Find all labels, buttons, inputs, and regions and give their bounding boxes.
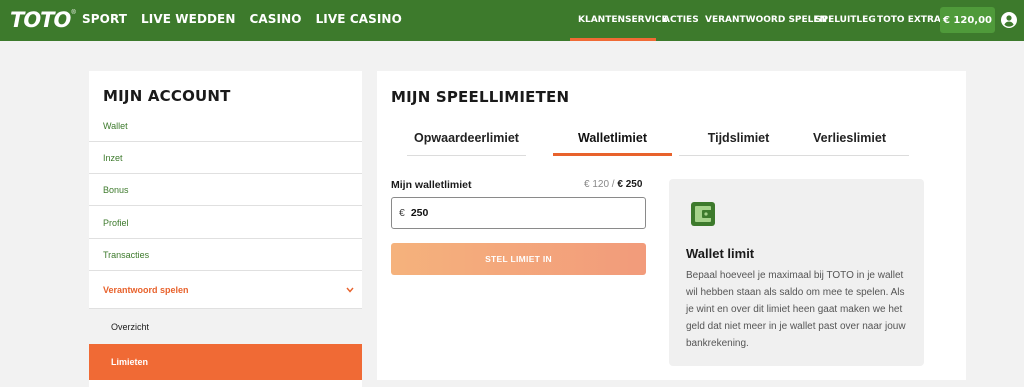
nav-verantwoord-spelen[interactable]: VERANTWOORD SPELEN [705, 15, 827, 25]
nav-toto-extra[interactable]: TOTO EXTRA [877, 15, 941, 25]
logo-text: TOTO [10, 8, 71, 32]
chevron-down-icon [346, 287, 354, 293]
wallet-icon [691, 202, 715, 226]
page-title: MIJN SPEELLIMIETEN [391, 88, 570, 106]
sidebar-title: MIJN ACCOUNT [103, 87, 231, 105]
account-sidebar: MIJN ACCOUNT Wallet Inzet Bonus Profiel … [89, 71, 362, 387]
user-icon[interactable] [1001, 12, 1017, 28]
info-text: Bepaal hoeveel je maximaal bij TOTO in j… [686, 270, 906, 349]
sidebar-subitem-limieten[interactable]: Limieten [89, 344, 362, 380]
sidebar-item-profiel[interactable]: Profiel [89, 207, 362, 239]
nav-casino[interactable]: CASINO [250, 12, 302, 26]
active-nav-indicator [570, 38, 656, 41]
sidebar-item-inzet[interactable]: Inzet [89, 142, 362, 174]
wallet-limit-input[interactable]: € 250 [391, 197, 646, 229]
nav-live-wedden[interactable]: LIVE WEDDEN [141, 12, 235, 26]
limit-current: € 120 / [584, 179, 615, 190]
nav-klantenservice[interactable]: KLANTENSERVICE [578, 15, 668, 25]
sidebar-item-wallet[interactable]: Wallet [89, 110, 362, 142]
set-limit-button[interactable]: STEL LIMIET IN [391, 243, 646, 275]
nav-speluitleg[interactable]: SPELUITLEG [815, 15, 876, 25]
logo-registered-mark: ® [71, 10, 76, 16]
input-value: 250 [410, 207, 429, 219]
limits-card: MIJN SPEELLIMIETEN Opwaardeerlimiet Wall… [377, 71, 966, 380]
balance-button[interactable]: € 120,00 [940, 7, 995, 33]
sidebar-subitem-overzicht[interactable]: Overzicht [89, 309, 362, 344]
wallet-limit-info-box: Wallet limit Bepaal hoeveel je maximaal … [669, 179, 924, 366]
limit-values: € 120 / € 250 [584, 179, 642, 190]
nav-acties[interactable]: ACTIES [663, 15, 699, 25]
sidebar-item-label: Verantwoord spelen [103, 284, 189, 295]
currency-symbol: € [399, 207, 405, 219]
nav-live-casino[interactable]: LIVE CASINO [316, 12, 402, 26]
tab-walletlimiet[interactable]: Walletlimiet [553, 127, 672, 156]
nav-sport[interactable]: SPORT [82, 12, 127, 26]
toto-logo[interactable]: TOTO ® [10, 8, 76, 32]
limit-label: Mijn walletlimiet [391, 179, 472, 191]
main-nav: SPORT LIVE WEDDEN CASINO LIVE CASINO [82, 12, 402, 26]
top-navigation-bar: TOTO ® SPORT LIVE WEDDEN CASINO LIVE CAS… [0, 0, 1024, 41]
tab-opwaardeerlimiet[interactable]: Opwaardeerlimiet [407, 127, 526, 156]
info-title: Wallet limit [686, 246, 755, 261]
sidebar-item-bonus[interactable]: Bonus [89, 174, 362, 206]
limit-max: € 250 [617, 179, 643, 190]
sidebar-item-transacties[interactable]: Transacties [89, 239, 362, 271]
tab-tijdslimiet[interactable]: Tijdslimiet [679, 127, 798, 156]
sidebar-item-verantwoord-spelen[interactable]: Verantwoord spelen [89, 271, 362, 309]
tab-verlieslimiet[interactable]: Verlieslimiet [790, 127, 909, 156]
